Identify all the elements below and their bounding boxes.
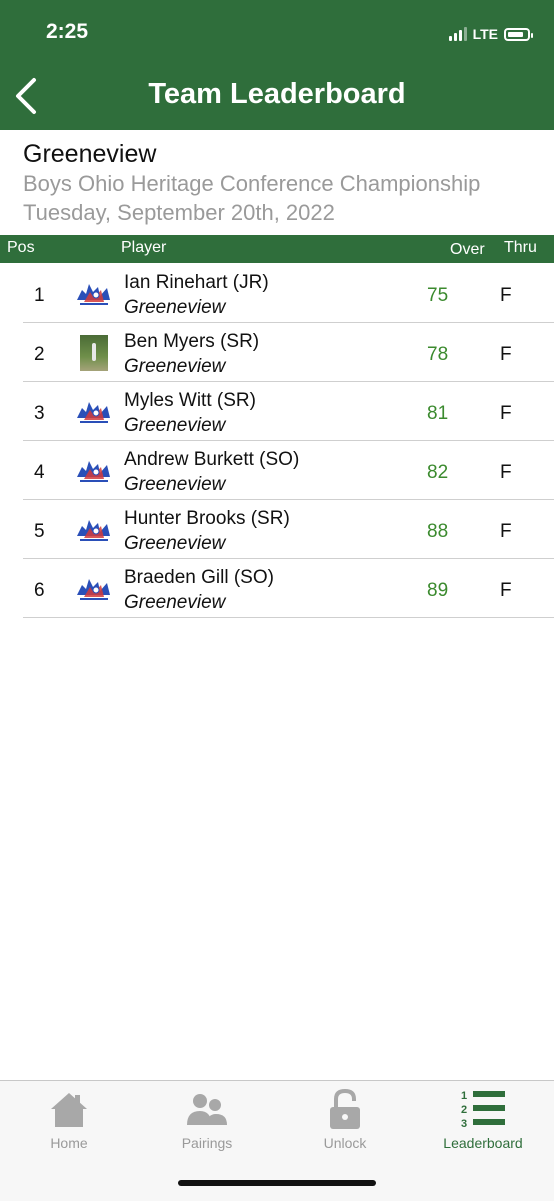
tab-pairings[interactable]: Pairings [138,1081,276,1161]
row-position: 6 [34,580,45,601]
table-row[interactable]: 4 Andrew Burkett (SO) Greeneview 82 F [23,441,554,500]
row-position: 2 [34,344,45,365]
status-indicators: LTE [448,24,533,44]
tab-unlock-label: Unlock [323,1135,367,1151]
player-thru: F [500,521,512,542]
team-logo-icon [77,402,110,423]
player-score: 75 [427,285,449,306]
player-name: Ian Rinehart (JR) [124,272,269,293]
table-row[interactable]: 1 Ian Rinehart (JR) Greeneview 75 F [23,264,554,323]
player-name: Hunter Brooks (SR) [124,508,290,529]
player-thru: F [500,285,512,306]
row-position: 3 [34,403,45,424]
player-team: Greeneview [124,474,226,495]
col-thru: Thru [504,239,537,256]
status-time: 2:25 [46,20,89,43]
tab-unlock[interactable]: Unlock [276,1081,414,1161]
player-team: Greeneview [124,356,226,377]
home-indicator [178,1180,376,1186]
player-thru: F [500,344,512,365]
player-name: Myles Witt (SR) [124,390,256,411]
player-team: Greeneview [124,297,226,318]
team-logo-icon [77,284,110,305]
table-row[interactable]: 3 Myles Witt (SR) Greeneview 81 F [23,382,554,441]
svg-text:3: 3 [461,1118,467,1130]
row-position: 1 [34,285,45,306]
player-photo [80,335,108,371]
home-icon [51,1093,87,1127]
player-name: Braeden Gill (SO) [124,567,274,588]
svg-text:1: 1 [461,1090,467,1102]
col-pos: Pos [7,239,35,256]
network-label: LTE [472,26,498,42]
player-team: Greeneview [124,592,226,613]
player-team: Greeneview [124,415,226,436]
table-row[interactable]: 2 Ben Myers (SR) Greeneview 78 F [23,323,554,382]
player-thru: F [500,462,512,483]
player-score: 78 [427,344,449,365]
player-score: 82 [427,462,449,483]
event-name: Boys Ohio Heritage Conference Championsh… [23,171,481,196]
table-header: Pos Player Over Thru [0,235,554,263]
tab-leaderboard-label: Leaderboard [443,1135,523,1151]
team-logo-icon [77,461,110,482]
table-row[interactable]: 5 Hunter Brooks (SR) Greeneview 88 F [23,500,554,559]
team-logo-icon [77,579,110,600]
signal-icon [448,27,467,41]
people-icon [187,1094,227,1125]
nav-header: 2:25 LTE Team Leaderboard [0,0,554,130]
tab-home[interactable]: Home [0,1081,138,1161]
player-score: 89 [427,580,449,601]
player-thru: F [500,403,512,424]
player-name: Andrew Burkett (SO) [124,449,300,470]
col-over: Over [450,241,485,258]
battery-icon [504,27,533,41]
leaderboard-icon: 1 2 3 [461,1090,505,1130]
row-position: 5 [34,521,45,542]
leaderboard-list: 1 Ian Rinehart (JR) Greeneview 75 F 2 Ben Mye… [0,264,554,618]
unlock-icon [330,1088,360,1129]
table-row[interactable]: 6 Braeden Gill (SO) Greeneview 89 F [23,559,554,618]
player-thru: F [500,580,512,601]
svg-text:2: 2 [461,1104,467,1116]
event-date: Tuesday, September 20th, 2022 [23,200,335,225]
tab-pairings-label: Pairings [181,1135,233,1151]
tab-leaderboard[interactable]: 1 2 3 Leaderboard [414,1081,552,1161]
team-name: Greeneview [23,140,157,168]
team-logo-icon [77,520,110,541]
col-player: Player [121,239,167,256]
row-position: 4 [34,462,45,483]
player-team: Greeneview [124,533,226,554]
player-name: Ben Myers (SR) [124,331,260,352]
player-score: 88 [427,521,449,542]
tab-home-label: Home [50,1135,88,1151]
page-title: Team Leaderboard [148,78,406,110]
player-score: 81 [427,403,449,424]
